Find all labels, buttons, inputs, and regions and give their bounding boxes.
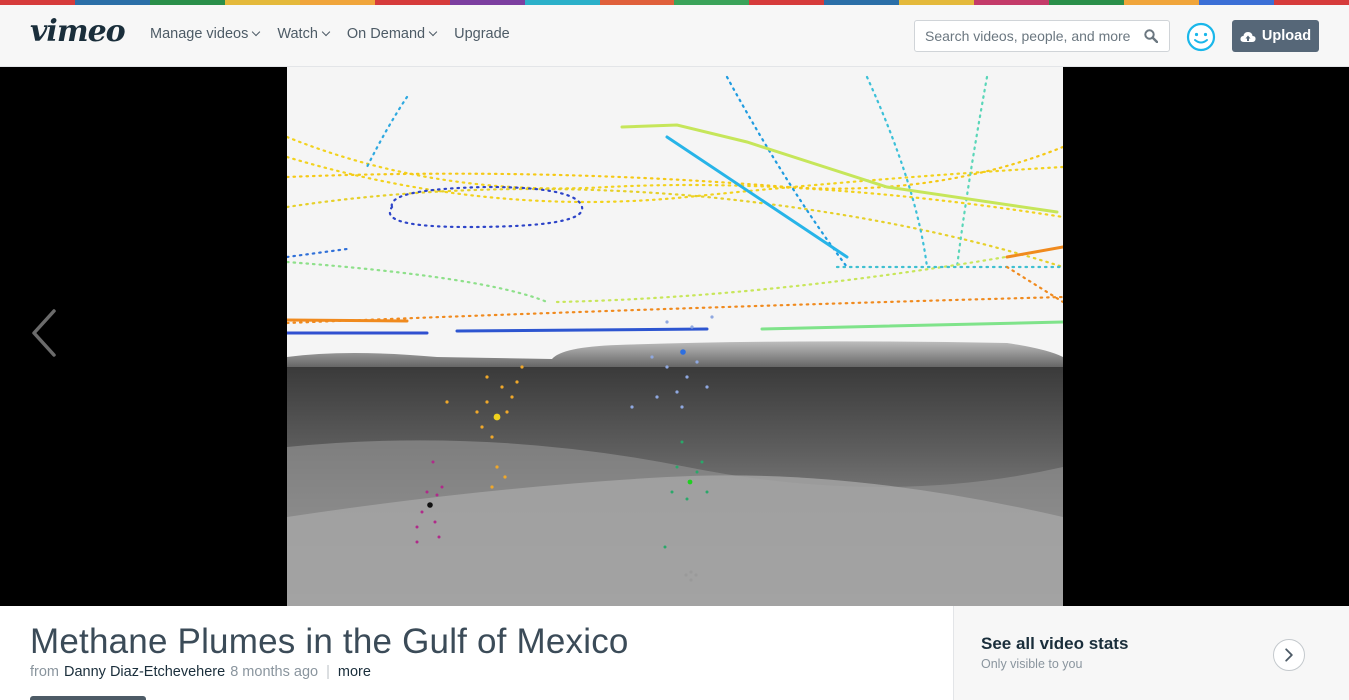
video-title: Methane Plumes in the Gulf of Mexico — [30, 622, 629, 661]
video-player[interactable] — [0, 67, 1349, 606]
stats-subtitle: Only visible to you — [981, 657, 1083, 671]
nav-on-demand-label: On Demand — [346, 26, 426, 42]
nav-manage-videos[interactable]: Manage videos — [150, 26, 261, 42]
smiley-avatar-icon[interactable] — [1186, 22, 1216, 52]
upload-button[interactable]: Upload — [1232, 20, 1319, 52]
main-nav: Manage videos Watch On Demand Upgrade — [150, 26, 528, 42]
video-stats-panel[interactable]: See all video stats Only visible to you — [953, 606, 1349, 700]
nav-watch[interactable]: Watch — [277, 26, 331, 42]
search-icon[interactable] — [1144, 29, 1158, 43]
byline-divider: | — [326, 664, 330, 680]
upload-age: 8 months ago — [230, 664, 319, 680]
video-info: Methane Plumes in the Gulf of Mexico fro… — [0, 606, 953, 700]
chevron-down-icon — [321, 27, 331, 37]
from-label: from — [30, 664, 59, 680]
more-link[interactable]: more — [338, 664, 371, 680]
author-link[interactable]: Danny Diaz-Etchevehere — [64, 664, 225, 680]
chevron-down-icon — [428, 27, 438, 37]
top-navigation-bar: vimeo Manage videos Watch On Demand Upgr… — [0, 5, 1349, 67]
video-frame-content — [287, 67, 1063, 606]
search-input[interactable] — [915, 21, 1135, 51]
chevron-right-icon[interactable] — [1273, 639, 1305, 671]
cloud-upload-icon — [1240, 31, 1256, 42]
video-frame[interactable] — [287, 67, 1063, 606]
vimeo-logo[interactable]: vimeo — [30, 14, 126, 49]
nav-upgrade[interactable]: Upgrade — [454, 26, 510, 42]
nav-watch-label: Watch — [277, 26, 318, 42]
nav-manage-videos-label: Manage videos — [150, 26, 249, 42]
follow-button[interactable] — [30, 696, 146, 700]
search-box — [914, 20, 1170, 52]
stats-title[interactable]: See all video stats — [981, 634, 1128, 654]
video-byline: from Danny Diaz-Etchevehere 8 months ago… — [30, 664, 371, 680]
chevron-down-icon — [252, 27, 261, 37]
upload-label: Upload — [1261, 28, 1312, 44]
nav-upgrade-label: Upgrade — [454, 26, 510, 42]
chevron-left-icon[interactable] — [28, 307, 62, 359]
nav-on-demand[interactable]: On Demand — [346, 26, 438, 42]
